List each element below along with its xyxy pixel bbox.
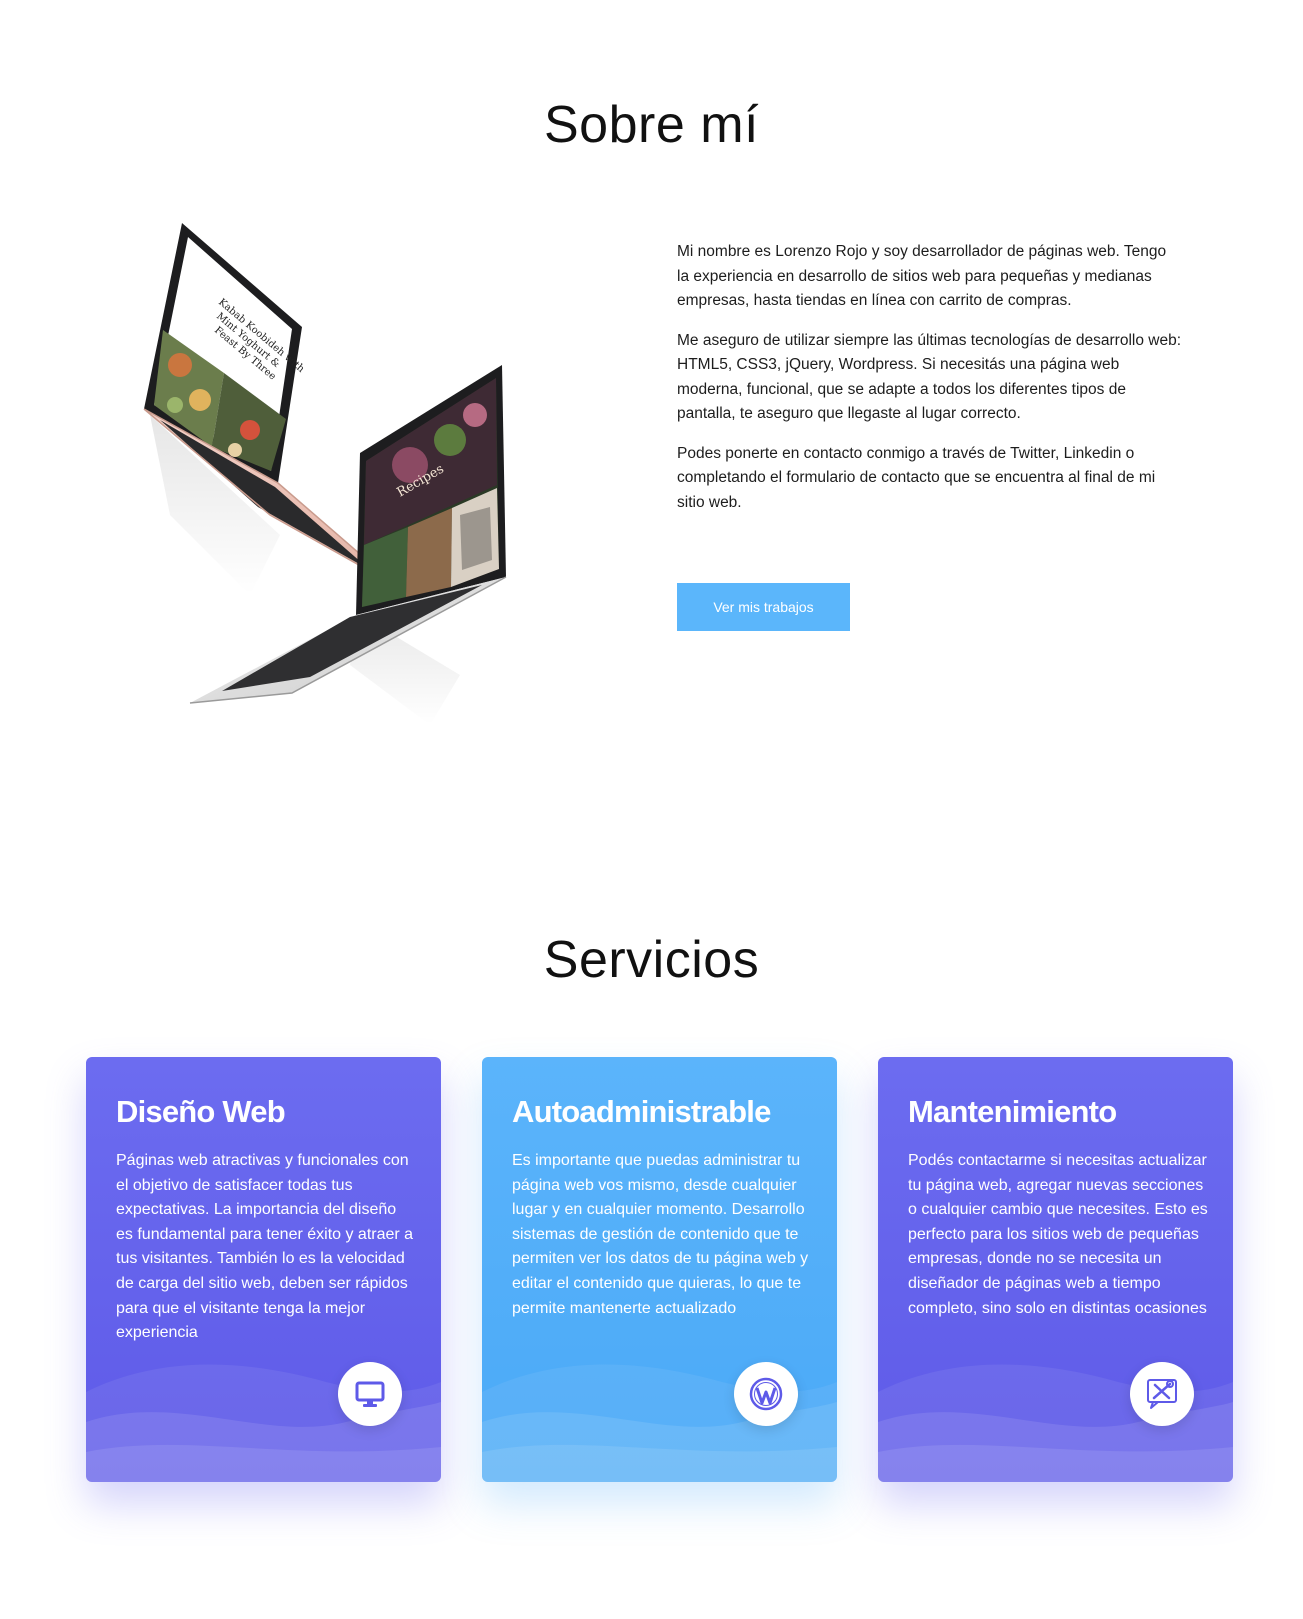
service-card-web-design: Diseño Web Páginas web atractivas y func…: [86, 1057, 441, 1482]
service-card-title: Diseño Web: [116, 1094, 286, 1129]
service-card-maintenance: Mantenimiento Podés contactarme si neces…: [878, 1057, 1233, 1482]
about-text: Mi nombre es Lorenzo Rojo y soy desarrol…: [677, 240, 1182, 530]
about-title: Sobre mí: [544, 96, 759, 154]
laptops-image: Kabab Koobideh with Mint Yoghurt & Feast…: [143, 223, 507, 725]
service-card-text: Páginas web atractivas y funcionales con…: [116, 1152, 414, 1342]
tools-icon: [1130, 1362, 1194, 1426]
service-card-text: Es importante que puedas administrar tu …: [512, 1152, 809, 1317]
service-card-self-managed: Autoadministrable Es importante que pued…: [482, 1057, 837, 1482]
wordpress-icon: [734, 1362, 798, 1426]
page: Sobre mí Kabab Koobideh with Mint Yoghur…: [0, 0, 1303, 1619]
about-paragraph-1: Mi nombre es Lorenzo Rojo y soy desarrol…: [677, 243, 1167, 309]
about-paragraph-3: Podes ponerte en contacto conmigo a trav…: [677, 444, 1156, 511]
service-card-title: Mantenimiento: [908, 1094, 1117, 1129]
services-title: Servicios: [543, 931, 760, 989]
service-card-text: Podés contactarme si necesitas actualiza…: [908, 1152, 1208, 1317]
about-paragraph-2: Me aseguro de utilizar siempre las últim…: [677, 331, 1181, 423]
view-works-button[interactable]: Ver mis trabajos: [677, 583, 850, 631]
service-card-title: Autoadministrable: [512, 1094, 771, 1129]
desktop-icon: [338, 1362, 402, 1426]
